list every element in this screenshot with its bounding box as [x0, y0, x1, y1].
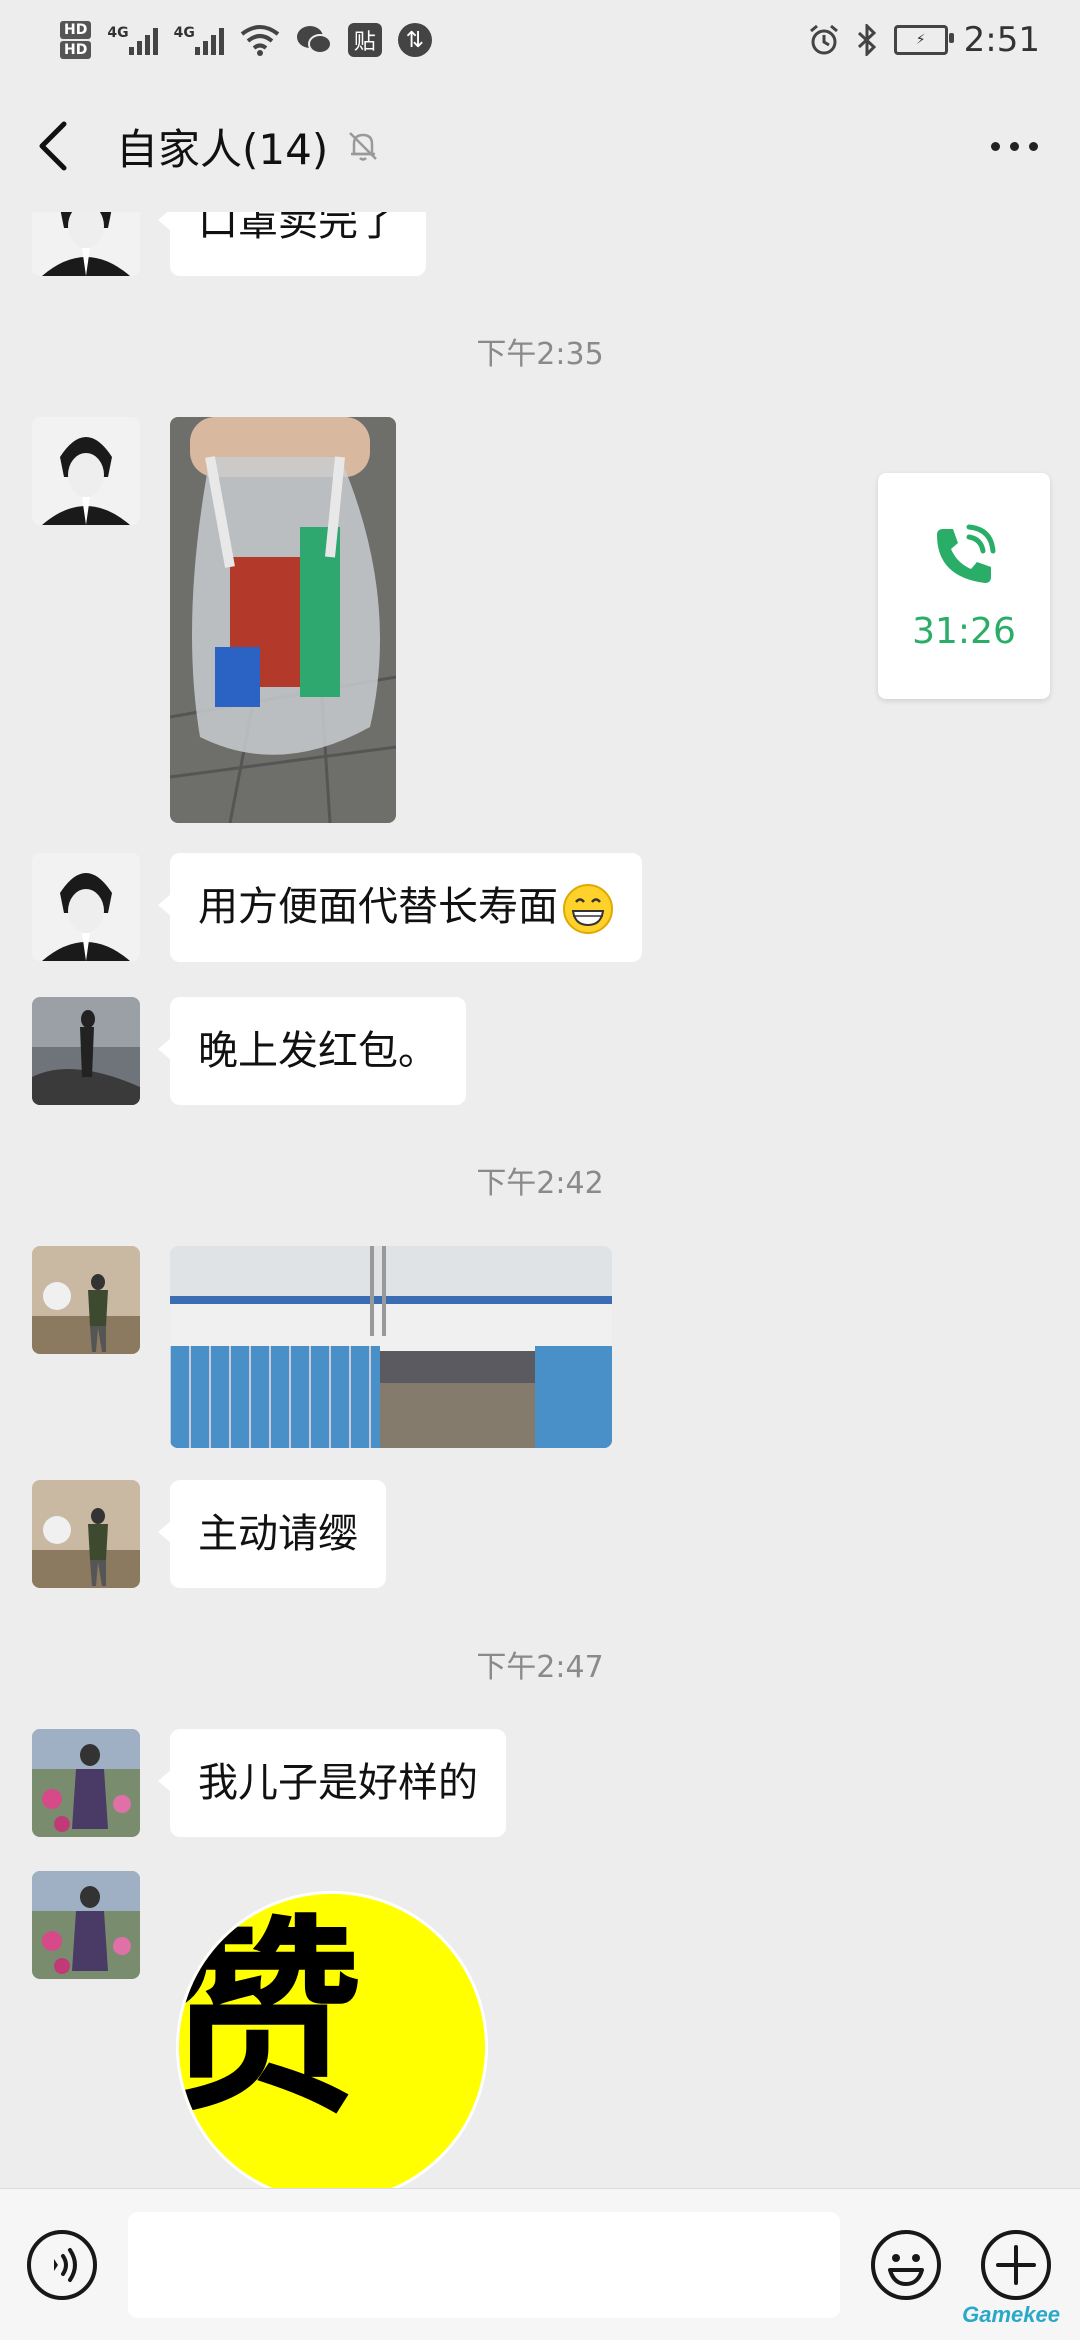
photo-building[interactable]: [170, 1246, 612, 1448]
paste-icon: 贴: [347, 23, 382, 57]
message-bubble[interactable]: 用方便面代替长寿面: [158, 853, 642, 962]
data-transfer-icon: ⇅: [397, 23, 432, 57]
chat-title: 自家人(14): [116, 124, 329, 174]
hd2-badge: HD: [60, 41, 92, 59]
avatar[interactable]: [32, 417, 140, 525]
signal-2: 4G: [174, 25, 224, 55]
hd-indicators: HD HD: [60, 20, 92, 60]
message-bubble[interactable]: 口罩卖完了: [158, 212, 426, 276]
chevron-left-icon: [39, 121, 67, 171]
plus-icon: [981, 2229, 1051, 2300]
chat-header: 自家人(14): [0, 80, 1080, 212]
avatar[interactable]: [32, 1871, 140, 1979]
photo-snack-bag[interactable]: [170, 417, 396, 823]
message-row: 主动请缨: [32, 1480, 386, 1588]
sticker-zan[interactable]: 赞: [176, 1891, 488, 2188]
timestamp: 下午2:42: [476, 1166, 604, 1201]
back-button[interactable]: [36, 116, 76, 176]
mute-bell-icon: [349, 132, 378, 161]
input-bar: Gamekee: [0, 2188, 1080, 2340]
avatar[interactable]: [32, 1729, 140, 1837]
message-input[interactable]: [128, 2211, 840, 2318]
hd1-badge: HD: [60, 21, 92, 39]
timestamp: 下午2:35: [476, 337, 604, 372]
signal-bars-icon: [194, 25, 224, 55]
voice-button[interactable]: [26, 2229, 98, 2301]
watermark-logo-icon: Gamekee: [962, 2302, 1060, 2327]
status-right: ⚡ 2:51: [808, 20, 1040, 60]
net2-label: 4G: [173, 25, 195, 41]
signal-bars-icon: [128, 25, 158, 55]
alarm-icon: [809, 24, 838, 55]
message-row: [32, 1246, 612, 1448]
more-dot: [990, 141, 1000, 151]
voice-icon: [27, 2229, 97, 2300]
message-row: 口罩卖完了: [32, 212, 426, 276]
message-row: [32, 417, 396, 823]
message-row: 赞: [32, 1871, 488, 2188]
more-dot: [1009, 141, 1019, 151]
smiley-icon: [871, 2229, 941, 2300]
more-options-button[interactable]: [984, 116, 1044, 176]
net1-label: 4G: [107, 25, 129, 41]
wechat-icon: [296, 26, 332, 54]
avatar[interactable]: [32, 212, 140, 276]
avatar[interactable]: [32, 1480, 140, 1588]
avatar[interactable]: [32, 853, 140, 961]
status-left: HD HD 4G 4G 贴 ⇅: [60, 20, 432, 60]
status-bar: HD HD 4G 4G 贴 ⇅ ⚡ 2:51: [0, 0, 1080, 80]
plus-button[interactable]: [980, 2229, 1052, 2301]
floating-call-card[interactable]: 31:26: [878, 473, 1050, 699]
emoji-button[interactable]: [870, 2229, 942, 2301]
message-row: 我儿子是好样的: [32, 1729, 506, 1837]
wifi-icon: [240, 25, 280, 56]
battery-icon: ⚡: [893, 25, 954, 55]
signal-1: 4G: [107, 25, 158, 55]
status-time: 2:51: [963, 20, 1040, 60]
message-row: 用方便面代替长寿面: [32, 853, 642, 962]
message-bubble[interactable]: 晚上发红包。: [158, 997, 466, 1105]
message-bubble[interactable]: 主动请缨: [158, 1480, 386, 1588]
call-duration: 31:26: [912, 610, 1016, 652]
message-row: 晚上发红包。: [32, 997, 466, 1105]
more-dot: [1028, 141, 1038, 151]
message-bubble[interactable]: 我儿子是好样的: [158, 1729, 506, 1837]
timestamp: 下午2:47: [476, 1650, 604, 1685]
bluetooth-icon: [857, 24, 876, 56]
avatar[interactable]: [32, 997, 140, 1105]
grin-emoji-icon: [563, 884, 613, 934]
sticker-text: 赞: [179, 1900, 363, 2140]
avatar[interactable]: [32, 1246, 140, 1354]
message-text: 用方便面代替长寿面: [198, 884, 558, 930]
phone-call-icon: [937, 524, 996, 583]
